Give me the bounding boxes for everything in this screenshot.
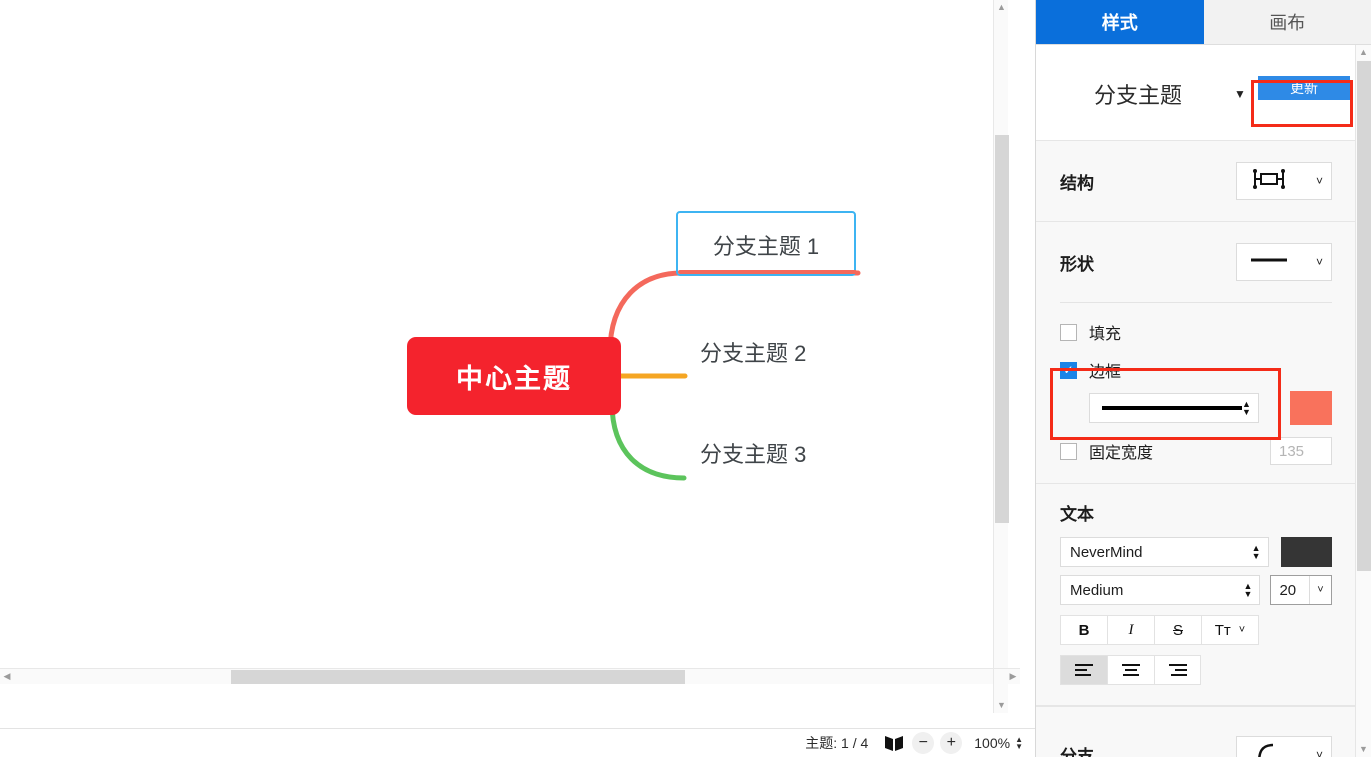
zoom-in-button[interactable]: + bbox=[940, 732, 963, 754]
font-weight-select[interactable]: Medium ▲ ▼ bbox=[1060, 575, 1261, 605]
spinner-icon[interactable]: ▲ ▼ bbox=[1244, 582, 1253, 599]
central-topic-label: 中心主题 bbox=[456, 363, 572, 394]
scroll-up-icon[interactable]: ▲ bbox=[1356, 45, 1371, 60]
font-family-select[interactable]: NeverMind ▲ ▼ bbox=[1060, 537, 1269, 567]
strikethrough-button[interactable]: S bbox=[1154, 615, 1201, 645]
chevron-down-icon: ˅ bbox=[1315, 747, 1323, 757]
border-checkbox[interactable]: ✓ bbox=[1060, 361, 1077, 379]
shape-section: 形状 ˅ 填充 ✓ 边框 ▲ ▼ 固定宽度 135 bbox=[1036, 222, 1356, 484]
branch-node-3-label: 分支主题 3 bbox=[700, 442, 807, 467]
border-controls: ▲ ▼ bbox=[1089, 391, 1332, 425]
spinner-icon[interactable]: ▲ ▼ bbox=[1242, 400, 1251, 417]
chevron-down-icon[interactable]: ˅ bbox=[1309, 576, 1331, 604]
bold-button[interactable]: B bbox=[1060, 615, 1107, 645]
mindmap-canvas[interactable]: 中心主题 分支主题 1 分支主题 2 分支主题 3 ▲ ▼ ◀ ▶ bbox=[0, 0, 1020, 713]
shape-label: 形状 bbox=[1060, 254, 1094, 274]
panel-content: 分支主题 ▼ 更新 结构 ˅ 形状 ˅ 填充 ✓ 边框 ▲ ▼ 固定宽度 135… bbox=[1036, 45, 1356, 757]
structure-label: 结构 bbox=[1060, 173, 1094, 193]
border-width-select[interactable]: ▲ ▼ bbox=[1089, 393, 1259, 423]
font-row: NeverMind ▲ ▼ bbox=[1060, 537, 1332, 567]
panel-vertical-scrollbar[interactable]: ▲ ▼ bbox=[1355, 45, 1371, 757]
scroll-up-icon[interactable]: ▲ bbox=[994, 0, 1009, 15]
style-preset-name[interactable]: 分支主题 bbox=[1094, 78, 1182, 110]
shape-dropdown[interactable]: ˅ bbox=[1236, 243, 1332, 281]
branch-section: 分支 ˅ bbox=[1036, 706, 1356, 757]
fill-checkbox[interactable] bbox=[1060, 323, 1077, 341]
text-case-button[interactable]: Tт ˅ bbox=[1201, 615, 1259, 645]
panel-tab-bar: 样式 画布 bbox=[1036, 0, 1371, 45]
caret-down-icon[interactable]: ▼ bbox=[1234, 87, 1246, 101]
mindmap-application: 中心主题 分支主题 1 分支主题 2 分支主题 3 ▲ ▼ ◀ ▶ 主题: 1 … bbox=[0, 0, 1371, 757]
font-weight-value: Medium bbox=[1070, 581, 1124, 599]
structure-dropdown[interactable]: ˅ bbox=[1236, 162, 1332, 200]
fixed-width-input[interactable]: 135 bbox=[1270, 437, 1332, 465]
status-bar: 主题: 1 / 4 − + 100% ▲ ▼ bbox=[0, 728, 1035, 757]
font-size-value: 20 bbox=[1279, 581, 1297, 599]
fixed-width-row: 固定宽度 135 bbox=[1060, 437, 1332, 465]
zoom-out-button[interactable]: − bbox=[912, 732, 935, 754]
fill-checkbox-row[interactable]: 填充 bbox=[1060, 317, 1332, 347]
central-topic-node[interactable]: 中心主题 bbox=[407, 337, 621, 415]
text-align-buttons bbox=[1060, 655, 1332, 685]
branch-line-3 bbox=[609, 400, 687, 481]
style-preset-row: 分支主题 ▼ 更新 bbox=[1036, 45, 1356, 141]
chevron-down-icon: ˅ bbox=[1315, 255, 1323, 269]
border-color-swatch[interactable] bbox=[1289, 391, 1332, 425]
tab-canvas[interactable]: 画布 bbox=[1204, 0, 1371, 44]
zoom-level-value: 100% bbox=[974, 735, 1011, 751]
italic-button[interactable]: I bbox=[1107, 615, 1154, 645]
text-section: 文本 NeverMind ▲ ▼ Medium ▲ ▼ 20 ˅ B I S T… bbox=[1036, 484, 1356, 706]
border-label: 边框 bbox=[1089, 364, 1122, 381]
scroll-down-icon[interactable]: ▼ bbox=[994, 698, 1009, 713]
divider bbox=[1060, 302, 1332, 303]
fill-label: 填充 bbox=[1089, 326, 1122, 343]
scrollbar-corner bbox=[993, 668, 1008, 684]
map-icon[interactable] bbox=[882, 733, 906, 753]
font-weight-row: Medium ▲ ▼ 20 ˅ bbox=[1060, 575, 1332, 605]
topic-counter: 主题: 1 / 4 bbox=[805, 735, 869, 751]
branch-node-1-selected[interactable]: 分支主题 1 bbox=[676, 211, 857, 276]
scroll-down-icon[interactable]: ▼ bbox=[1356, 742, 1371, 757]
balanced-map-structure-icon bbox=[1243, 166, 1295, 197]
zoom-stepper[interactable]: ▲ ▼ bbox=[1015, 736, 1023, 751]
chevron-down-icon: ˅ bbox=[1238, 624, 1246, 636]
branch-style-dropdown[interactable]: ˅ bbox=[1236, 735, 1332, 757]
branch-node-1-border bbox=[678, 270, 857, 274]
update-style-button[interactable]: 更新 bbox=[1258, 76, 1350, 100]
canvas-vertical-scrollbar[interactable]: ▲ ▼ bbox=[993, 0, 1009, 713]
thick-line-icon bbox=[1102, 406, 1242, 410]
scroll-right-icon[interactable]: ▶ bbox=[1006, 669, 1020, 684]
branch-node-3[interactable]: 分支主题 3 bbox=[700, 437, 806, 469]
text-style-buttons: B I S Tт ˅ bbox=[1060, 615, 1332, 645]
canvas-horizontal-scroll-thumb[interactable] bbox=[231, 670, 685, 684]
panel-vertical-scroll-thumb[interactable] bbox=[1357, 61, 1371, 571]
scroll-left-icon[interactable]: ◀ bbox=[0, 669, 14, 684]
style-panel: 样式 画布 分支主题 ▼ 更新 结构 ˅ 形状 ˅ 填充 ✓ 边框 ▲ ▼ 固定… bbox=[1035, 0, 1371, 757]
border-checkbox-row[interactable]: ✓ 边框 bbox=[1060, 355, 1332, 385]
straight-line-shape-icon bbox=[1243, 253, 1295, 271]
spinner-icon[interactable]: ▲ ▼ bbox=[1252, 544, 1261, 561]
canvas-area[interactable]: 中心主题 分支主题 1 分支主题 2 分支主题 3 ▲ ▼ ◀ ▶ bbox=[0, 0, 1035, 757]
branch-node-2[interactable]: 分支主题 2 bbox=[700, 336, 806, 368]
font-size-field[interactable]: 20 ˅ bbox=[1270, 575, 1332, 605]
branch-label: 分支 bbox=[1060, 747, 1094, 757]
align-left-button[interactable] bbox=[1060, 655, 1107, 685]
text-color-swatch[interactable] bbox=[1280, 537, 1332, 567]
chevron-down-icon: ˅ bbox=[1315, 174, 1323, 188]
fixed-width-checkbox[interactable] bbox=[1060, 442, 1077, 460]
structure-section: 结构 ˅ bbox=[1036, 141, 1356, 222]
tab-style[interactable]: 样式 bbox=[1036, 0, 1204, 44]
fixed-width-label: 固定宽度 bbox=[1089, 445, 1154, 462]
curve-branch-icon bbox=[1243, 741, 1295, 757]
align-right-button[interactable] bbox=[1154, 655, 1201, 685]
canvas-horizontal-scrollbar[interactable]: ◀ ▶ bbox=[0, 668, 1020, 684]
font-family-value: NeverMind bbox=[1070, 543, 1143, 561]
text-heading: 文本 bbox=[1060, 505, 1094, 524]
align-center-button[interactable] bbox=[1107, 655, 1154, 685]
branch-node-1-label: 分支主题 1 bbox=[712, 234, 820, 259]
branch-node-2-label: 分支主题 2 bbox=[700, 341, 807, 366]
canvas-vertical-scroll-thumb[interactable] bbox=[995, 135, 1009, 523]
